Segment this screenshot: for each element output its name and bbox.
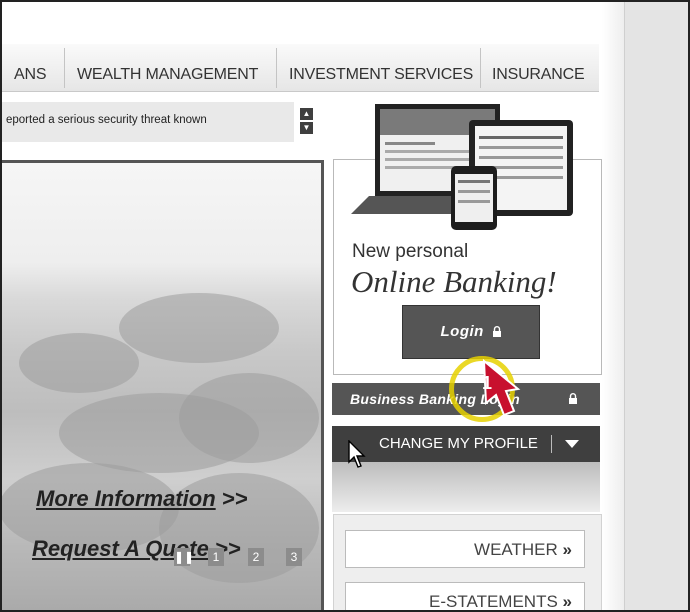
- screen-line: [458, 180, 490, 183]
- profile-bar-gradient: [332, 462, 600, 512]
- e-statements-label: E-STATEMENTS: [429, 592, 558, 611]
- screen-line: [458, 200, 490, 203]
- nav-divider: [276, 48, 277, 88]
- pause-icon[interactable]: ❚❚: [174, 548, 194, 566]
- step-callout-arrow: 1: [482, 358, 521, 417]
- banknote-shape: [19, 333, 139, 393]
- dropdown-divider: [551, 435, 552, 453]
- link-arrow: >>: [215, 486, 248, 511]
- nav-item-investment-services[interactable]: INVESTMENT SERVICES: [289, 44, 473, 91]
- login-button[interactable]: Login: [402, 305, 540, 359]
- arrow-up-icon[interactable]: ▲: [300, 108, 313, 120]
- screen-line: [479, 146, 563, 149]
- page-background-margin: [624, 2, 688, 610]
- lock-icon: [492, 326, 501, 337]
- screen-line: [479, 156, 563, 159]
- weather-link[interactable]: WEATHER »: [345, 530, 585, 568]
- slide-page-3[interactable]: 3: [286, 548, 302, 566]
- screen-line: [385, 158, 475, 161]
- page-edge-shadow: [602, 2, 624, 610]
- devices-illustration: [351, 104, 573, 230]
- more-information-link[interactable]: More Information >>: [36, 486, 247, 512]
- e-statements-link[interactable]: E-STATEMENTS »: [345, 582, 585, 611]
- chevron-down-icon[interactable]: [565, 440, 579, 449]
- login-label: Login: [440, 323, 484, 340]
- step-number: 1: [482, 373, 492, 393]
- change-my-profile-label: CHANGE MY PROFILE: [379, 435, 538, 452]
- nav-item-wealth-management[interactable]: WEALTH MANAGEMENT: [77, 44, 258, 91]
- nav-divider: [64, 48, 65, 88]
- banknote-shape: [119, 293, 279, 363]
- browser-page: ANS WEALTH MANAGEMENT INVESTMENT SERVICE…: [0, 0, 690, 612]
- more-information-label: More Information: [36, 486, 216, 511]
- ticker-text[interactable]: eported a serious security threat known: [6, 114, 207, 126]
- mouse-pointer-icon: [348, 440, 366, 468]
- double-chevron-icon: »: [562, 592, 572, 611]
- screen-line: [458, 190, 490, 193]
- nav-item-loans[interactable]: ANS: [14, 44, 47, 91]
- news-ticker: eported a serious security threat known: [2, 102, 294, 142]
- main-nav: ANS WEALTH MANAGEMENT INVESTMENT SERVICE…: [2, 44, 599, 92]
- online-banking-title: Online Banking!: [351, 264, 557, 299]
- screen-line: [385, 150, 475, 153]
- weather-label: WEATHER: [474, 540, 558, 559]
- banknote-shape: [179, 373, 319, 463]
- double-chevron-icon: »: [562, 540, 572, 559]
- slide-page-1[interactable]: 1: [208, 548, 224, 566]
- arrow-down-icon[interactable]: ▼: [300, 122, 313, 134]
- screen-line: [385, 142, 435, 145]
- screen-line: [479, 136, 563, 139]
- lock-icon: [569, 393, 577, 404]
- online-banking-subtitle: New personal: [352, 241, 469, 262]
- nav-divider: [480, 48, 481, 88]
- slide-page-2[interactable]: 2: [248, 548, 264, 566]
- change-my-profile-bar[interactable]: CHANGE MY PROFILE: [332, 426, 600, 462]
- nav-item-insurance[interactable]: INSURANCE: [492, 44, 585, 91]
